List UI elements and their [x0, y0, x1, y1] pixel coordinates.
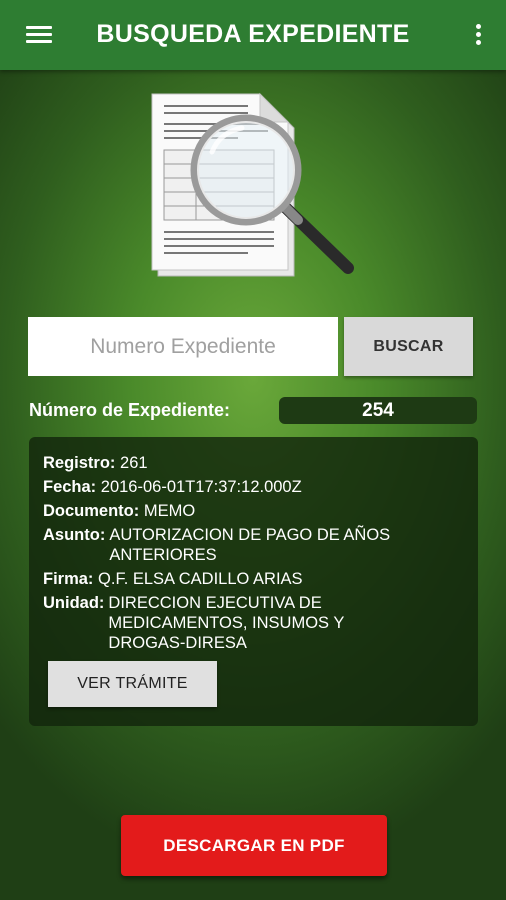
unidad-value: DIRECCION EJECUTIVA DE MEDICAMENTOS, INS…: [108, 594, 345, 652]
more-vertical-icon[interactable]: [472, 22, 484, 48]
unidad-row: Unidad: DIRECCION EJECUTIVA DE MEDICAMEN…: [43, 593, 408, 653]
app-title: BUSQUEDA EXPEDIENTE: [96, 20, 410, 48]
firma-value: Q.F. ELSA CADILLO ARIAS: [98, 570, 303, 588]
documento-row: Documento: MEMO: [43, 501, 195, 521]
search-button[interactable]: BUSCAR: [344, 317, 473, 376]
download-pdf-button[interactable]: DESCARGAR EN PDF: [121, 815, 387, 876]
fecha-row: Fecha: 2016-06-01T17:37:12.000Z: [43, 477, 302, 497]
asunto-label: Asunto:: [43, 526, 106, 544]
registro-row: Registro: 261: [43, 453, 148, 473]
ver-tramite-button[interactable]: VER TRÁMITE: [48, 661, 217, 707]
firma-label: Firma:: [43, 570, 94, 588]
documento-value: MEMO: [143, 502, 196, 520]
fecha-label: Fecha:: [43, 478, 97, 496]
unidad-label: Unidad:: [43, 594, 105, 612]
app-bar: BUSQUEDA EXPEDIENTE: [0, 0, 506, 70]
document-search-illustration: [148, 90, 360, 282]
registro-label: Registro:: [43, 454, 116, 472]
expediente-number-label: Número de Expediente:: [29, 400, 231, 420]
asunto-row: Asunto: AUTORIZACION DE PAGO DE AÑOS ANT…: [43, 525, 409, 565]
fecha-value: 2016-06-01T17:37:12.000Z: [100, 478, 302, 496]
firma-row: Firma: Q.F. ELSA CADILLO ARIAS: [43, 569, 303, 589]
asunto-value: AUTORIZACION DE PAGO DE AÑOS ANTERIORES: [109, 526, 391, 564]
expediente-search-input[interactable]: [28, 317, 338, 376]
expediente-number-value: 254: [279, 397, 477, 424]
documento-label: Documento:: [43, 502, 140, 520]
registro-value: 261: [120, 454, 148, 472]
